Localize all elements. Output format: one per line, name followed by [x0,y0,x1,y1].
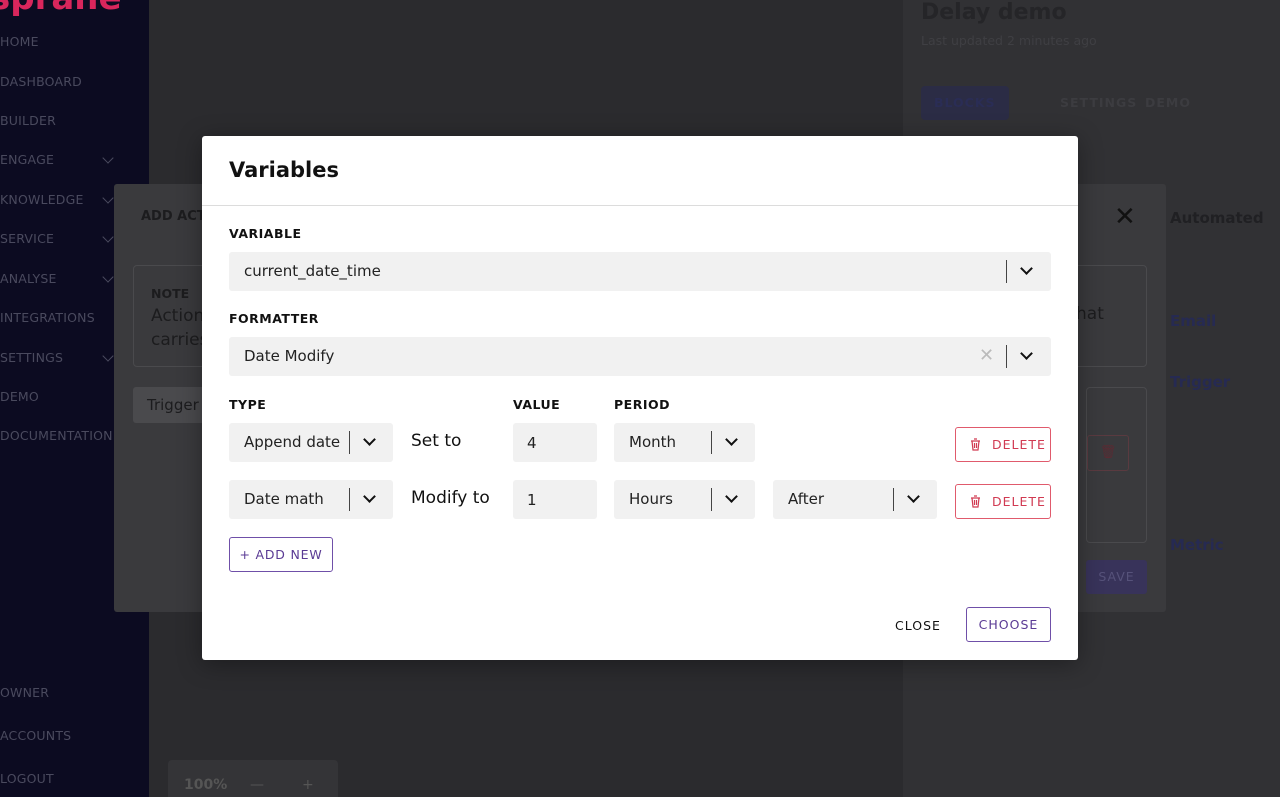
choose-button[interactable]: CHOOSE [966,607,1051,642]
row2-action-text: Modify to [411,488,490,508]
variable-label: VARIABLE [229,226,302,241]
row2-period-value: Hours [629,490,673,508]
variable-select[interactable]: current_date_time [229,252,1051,291]
chevron-down-icon[interactable] [725,433,738,446]
modal-title: Variables [229,158,339,182]
select-separator [349,431,350,454]
delete-label: DELETE [992,437,1046,452]
select-separator [893,488,894,511]
select-separator [1006,345,1007,368]
delete-label: DELETE [992,494,1046,509]
modal-divider [202,205,1078,206]
select-separator [1006,260,1007,283]
row2-direction-select[interactable]: After [773,480,937,519]
row1-period-select[interactable]: Month [614,423,755,462]
row2-period-select[interactable]: Hours [614,480,755,519]
formatter-value: Date Modify [244,347,335,365]
row2-direction-value: After [788,490,825,508]
row2-delete-button[interactable]: DELETE [955,484,1051,519]
value-label: VALUE [513,397,561,412]
formatter-select[interactable]: Date Modify ✕ [229,337,1051,376]
select-separator [711,488,712,511]
chevron-down-icon[interactable] [363,433,376,446]
row1-period-value: Month [629,433,677,451]
row2-type-select[interactable]: Date math [229,480,393,519]
trash-icon [971,495,980,508]
chevron-down-icon[interactable] [1020,262,1033,275]
variables-modal: Variables VARIABLE current_date_time FOR… [202,136,1078,660]
chevron-down-icon[interactable] [1020,347,1033,360]
row2-value-input[interactable] [513,480,597,519]
chevron-down-icon[interactable] [725,490,738,503]
row1-delete-button[interactable]: DELETE [955,427,1051,462]
row1-value-input[interactable] [513,423,597,462]
row2-type-value: Date math [244,490,324,508]
row1-action-text: Set to [411,431,462,451]
chevron-down-icon[interactable] [363,490,376,503]
close-button[interactable]: CLOSE [886,608,950,642]
variable-value: current_date_time [244,262,381,280]
trash-icon [971,438,980,451]
row1-type-select[interactable]: Append date [229,423,393,462]
type-label: TYPE [229,397,267,412]
row1-type-value: Append date [244,433,341,451]
clear-icon[interactable]: ✕ [979,345,994,366]
formatter-label: FORMATTER [229,311,319,326]
select-separator [349,488,350,511]
add-new-button[interactable]: + ADD NEW [229,537,333,572]
period-label: PERIOD [614,397,670,412]
select-separator [711,431,712,454]
chevron-down-icon[interactable] [907,490,920,503]
